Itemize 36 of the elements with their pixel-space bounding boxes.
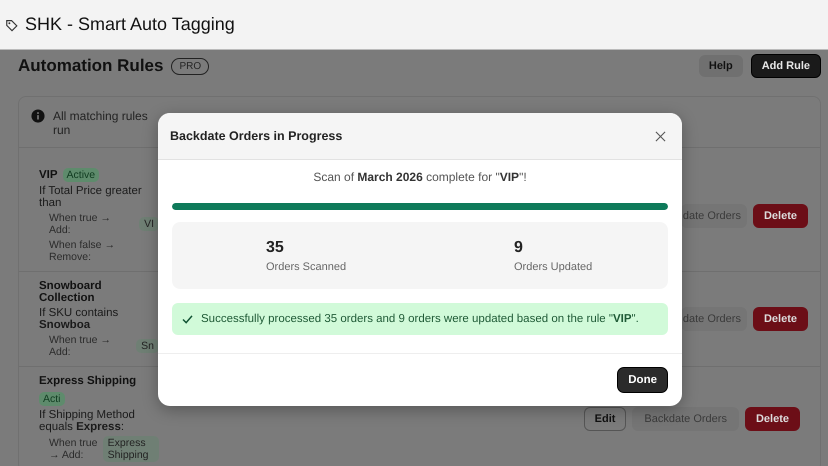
add-rule-button[interactable]: Add Rule: [750, 54, 821, 78]
stat-value: 35: [266, 238, 285, 256]
close-icon[interactable]: [653, 128, 668, 144]
action-label: When false → Remove:: [49, 239, 116, 263]
success-message: Successfully processed 35 orders and 9 orders were updated based on the rule "VIP".: [201, 313, 639, 325]
delete-button[interactable]: Delete: [744, 406, 800, 430]
status-badge: Acti: [39, 392, 65, 406]
plan-badge: PRO: [171, 58, 210, 74]
rule-condition: If Shipping Method equals Express:: [39, 409, 136, 433]
rule-name: VIP: [39, 169, 58, 181]
delete-button[interactable]: Delete: [752, 204, 808, 228]
tag-icon: [5, 18, 19, 32]
stat-value: 9: [514, 238, 524, 256]
notice-text: All matching rules run: [53, 109, 149, 137]
action-label: When true → Add:: [49, 334, 112, 358]
done-button[interactable]: Done: [617, 367, 668, 393]
tag-chip: Express Shipping: [102, 436, 159, 462]
check-icon: [182, 314, 193, 324]
scan-status-text: Scan of March 2026 complete for "VIP"!: [312, 170, 528, 184]
stat-label: Orders Updated: [514, 260, 594, 272]
rule-condition: If Total Price greater than: [39, 185, 143, 209]
rule-name: Snowboard Collection: [39, 280, 103, 304]
info-icon: [31, 109, 45, 123]
stat-label: Orders Scanned: [266, 260, 348, 272]
modal-title: Backdate Orders in Progress: [170, 129, 342, 143]
action-label: When true → Add:: [49, 212, 112, 236]
rule-condition: If SKU contains Snowboa: [39, 307, 120, 331]
tag-chip: VI: [139, 217, 159, 231]
delete-button[interactable]: Delete: [752, 307, 808, 331]
app-title: SHK - Smart Auto Tagging: [25, 14, 235, 35]
status-badge: Active: [62, 168, 100, 182]
action-label: When true → Add:: [49, 437, 98, 461]
tag-chip: Sn: [136, 339, 159, 353]
rule-name: Express Shipping: [39, 375, 136, 387]
help-button[interactable]: Help: [698, 55, 743, 77]
page-title: Automation Rules: [18, 56, 164, 76]
